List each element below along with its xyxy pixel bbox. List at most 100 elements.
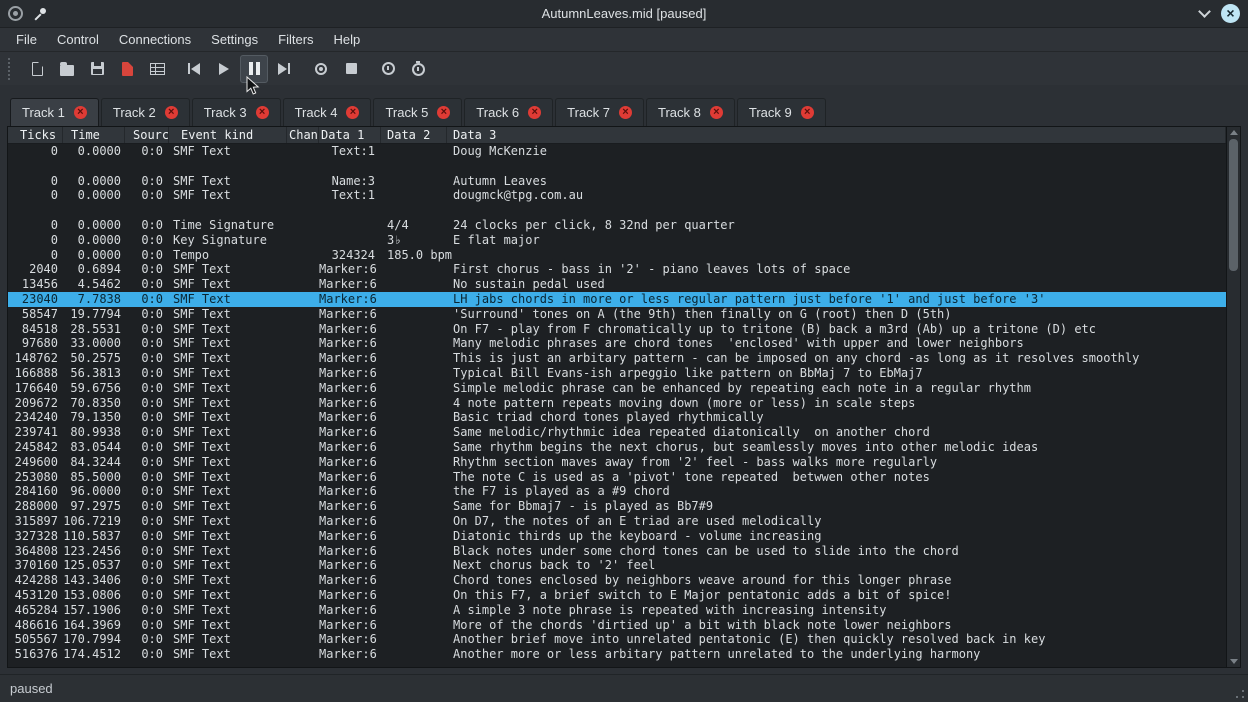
event-row[interactable]: 00.00000:0Tempo324324185.0 bpm <box>8 248 1226 263</box>
vertical-scrollbar[interactable] <box>1226 127 1240 667</box>
event-row[interactable]: 453120153.08060:0SMF TextMarker:6On this… <box>8 588 1226 603</box>
event-row[interactable]: 00.00000:0SMF TextText:1Doug McKenzie <box>8 144 1226 159</box>
menu-item-file[interactable]: File <box>6 30 47 49</box>
event-row[interactable]: 20400.68940:0SMF TextMarker:6First choru… <box>8 262 1226 277</box>
event-row[interactable]: 28800097.29750:0SMF TextMarker:6Same for… <box>8 499 1226 514</box>
event-row[interactable]: 24960084.32440:0SMF TextMarker:6Rhythm s… <box>8 455 1226 470</box>
event-row[interactable]: 23974180.99380:0SMF TextMarker:6Same mel… <box>8 425 1226 440</box>
cell-chan <box>287 248 319 263</box>
event-list-button[interactable] <box>143 55 171 83</box>
column-header-data-3[interactable]: Data 3 <box>447 127 1226 143</box>
event-row[interactable]: 486616164.39690:0SMF TextMarker:6More of… <box>8 618 1226 633</box>
event-row[interactable]: 315897106.72190:0SMF TextMarker:6On D7, … <box>8 514 1226 529</box>
tab-track-5[interactable]: Track 5× <box>373 98 462 126</box>
tab-track-1[interactable]: Track 1× <box>10 98 99 126</box>
event-row[interactable]: 23424079.13500:0SMF TextMarker:6Basic tr… <box>8 410 1226 425</box>
save-file-button[interactable] <box>83 55 111 83</box>
cell-time: 33.0000 <box>63 336 125 351</box>
record-button[interactable] <box>307 55 335 83</box>
close-file-button[interactable] <box>113 55 141 83</box>
cell-data-3: More of the chords 'dirtied up' a bit wi… <box>447 618 1226 633</box>
event-row[interactable]: 516376174.45120:0SMF TextMarker:6Another… <box>8 647 1226 662</box>
event-row[interactable]: 00.00000:0Key Signature3♭E flat major <box>8 233 1226 248</box>
scroll-up-icon[interactable] <box>1230 130 1238 135</box>
menu-item-help[interactable]: Help <box>324 30 371 49</box>
pause-button[interactable] <box>240 55 268 83</box>
cell-source: 0:0 <box>125 544 169 559</box>
column-header-chan[interactable]: Chan <box>287 127 319 143</box>
cell-chan <box>287 322 319 337</box>
menu-item-settings[interactable]: Settings <box>201 30 268 49</box>
menu-item-filters[interactable]: Filters <box>268 30 323 49</box>
column-header-data-2[interactable]: Data 2 <box>381 127 447 143</box>
event-row[interactable]: 14876250.25750:0SMF TextMarker:6This is … <box>8 351 1226 366</box>
event-row[interactable]: 465284157.19060:0SMF TextMarker:6A simpl… <box>8 603 1226 618</box>
cell-data-2 <box>381 618 447 633</box>
tab-track-8[interactable]: Track 8× <box>646 98 735 126</box>
tab-close-icon[interactable]: × <box>165 106 178 119</box>
event-row[interactable]: 28416096.00000:0SMF TextMarker:6the F7 i… <box>8 484 1226 499</box>
column-header-event-kind[interactable]: Event kind <box>169 127 287 143</box>
timer-button[interactable] <box>374 55 402 83</box>
tab-track-3[interactable]: Track 3× <box>192 98 281 126</box>
event-row[interactable]: 364808123.24560:0SMF TextMarker:6Black n… <box>8 544 1226 559</box>
tab-close-icon[interactable]: × <box>801 106 814 119</box>
event-row[interactable]: 24584283.05440:0SMF TextMarker:6Same rhy… <box>8 440 1226 455</box>
play-button[interactable] <box>210 55 238 83</box>
skip-backward-button[interactable] <box>180 55 208 83</box>
tab-track-6[interactable]: Track 6× <box>464 98 553 126</box>
toolbar-grip[interactable] <box>8 58 12 80</box>
resize-grip[interactable] <box>1234 688 1246 700</box>
tab-close-icon[interactable]: × <box>710 106 723 119</box>
event-row[interactable]: 00.00000:0Time Signature4/424 clocks per… <box>8 218 1226 233</box>
chevron-down-icon[interactable] <box>1198 5 1211 18</box>
tab-close-icon[interactable]: × <box>256 106 269 119</box>
event-row[interactable]: 5854719.77940:0SMF TextMarker:6'Surround… <box>8 307 1226 322</box>
event-row[interactable]: 00.00000:0SMF TextName:3Autumn Leaves <box>8 174 1226 189</box>
tab-close-icon[interactable]: × <box>437 106 450 119</box>
open-file-button[interactable] <box>53 55 81 83</box>
event-row[interactable]: 230407.78380:0SMF TextMarker:6LH jabs ch… <box>8 292 1226 307</box>
tab-track-4[interactable]: Track 4× <box>283 98 372 126</box>
event-row[interactable]: 20967270.83500:0SMF TextMarker:64 note p… <box>8 396 1226 411</box>
event-row[interactable]: 327328110.58370:0SMF TextMarker:6Diatoni… <box>8 529 1226 544</box>
new-file-button[interactable] <box>23 55 51 83</box>
stopwatch-button[interactable] <box>404 55 432 83</box>
event-row[interactable]: 8451828.55310:0SMF TextMarker:6On F7 - p… <box>8 322 1226 337</box>
scroll-down-icon[interactable] <box>1230 659 1238 664</box>
column-header-source[interactable]: Source <box>125 127 169 143</box>
pin-icon[interactable] <box>33 7 47 21</box>
skip-forward-button[interactable] <box>270 55 298 83</box>
scrollbar-thumb[interactable] <box>1229 139 1238 271</box>
event-row[interactable]: 16688856.38130:0SMF TextMarker:6Typical … <box>8 366 1226 381</box>
column-header-data-1[interactable]: Data 1 <box>319 127 381 143</box>
event-row[interactable]: 9768033.00000:0SMF TextMarker:6Many melo… <box>8 336 1226 351</box>
cell-data-3: Simple melodic phrase can be enhanced by… <box>447 381 1226 396</box>
event-row[interactable]: 505567170.79940:0SMF TextMarker:6Another… <box>8 632 1226 647</box>
cell-data-1: Marker:6 <box>319 425 381 440</box>
close-window-button[interactable]: × <box>1221 4 1240 23</box>
tab-close-icon[interactable]: × <box>619 106 632 119</box>
cell-data-2: 4/4 <box>381 218 447 233</box>
event-row[interactable]: 00.00000:0SMF TextText:1dougmck@tpg.com.… <box>8 188 1226 203</box>
event-row[interactable]: 134564.54620:0SMF TextMarker:6No sustain… <box>8 277 1226 292</box>
event-row[interactable]: 424288143.34060:0SMF TextMarker:6Chord t… <box>8 573 1226 588</box>
tab-close-icon[interactable]: × <box>528 106 541 119</box>
tab-close-icon[interactable]: × <box>346 106 359 119</box>
event-row[interactable]: 17664059.67560:0SMF TextMarker:6Simple m… <box>8 381 1226 396</box>
cell-source: 0:0 <box>125 588 169 603</box>
tab-track-7[interactable]: Track 7× <box>555 98 644 126</box>
menu-item-connections[interactable]: Connections <box>109 30 201 49</box>
tab-close-icon[interactable]: × <box>74 106 87 119</box>
column-header-time[interactable]: Time <box>63 127 125 143</box>
column-header-ticks[interactable]: Ticks <box>8 127 63 143</box>
event-row[interactable]: 25308085.50000:0SMF TextMarker:6The note… <box>8 470 1226 485</box>
event-row[interactable] <box>8 159 1226 174</box>
stop-button[interactable] <box>337 55 365 83</box>
cell-event-kind: Time Signature <box>169 218 287 233</box>
event-row[interactable]: 370160125.05370:0SMF TextMarker:6Next ch… <box>8 558 1226 573</box>
event-row[interactable] <box>8 203 1226 218</box>
tab-track-2[interactable]: Track 2× <box>101 98 190 126</box>
tab-track-9[interactable]: Track 9× <box>737 98 826 126</box>
menu-item-control[interactable]: Control <box>47 30 109 49</box>
